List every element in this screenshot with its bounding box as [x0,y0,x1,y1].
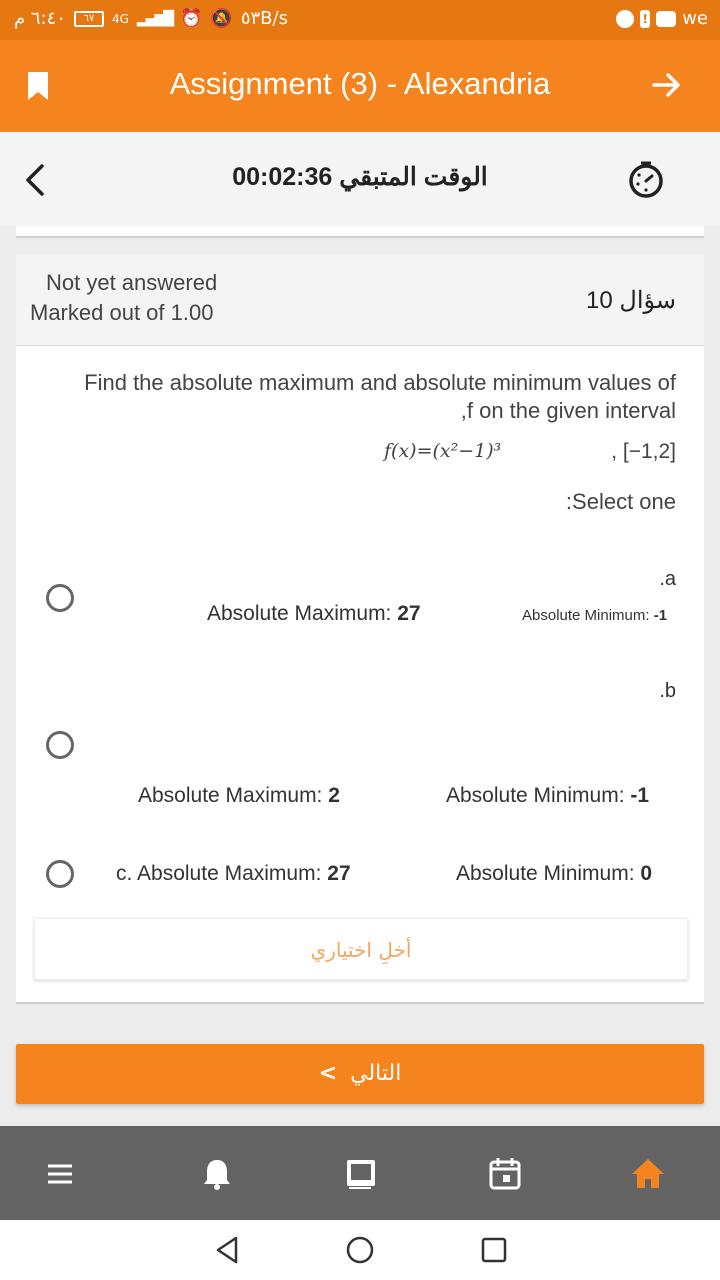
option-b-max[interactable]: Absolute Maximum: 2 [138,784,340,808]
network-speed: ٥٣B/s [240,8,288,29]
option-c-max-value: 27 [327,862,351,885]
nav-recents-icon[interactable] [478,1234,510,1266]
mute-icon: 🔕 [210,8,233,29]
alert-icon: ! [640,9,651,28]
option-c-min-label: Absolute Minimum: [456,862,635,885]
option-a-max-value: 27 [397,602,421,625]
option-a-radio[interactable] [46,584,74,612]
option-a-min-value: -1 [653,607,668,624]
question-text-line1: Find the absolute maximum and absolute m… [84,370,676,395]
question-formula: f(x)=(x²−1)³ [384,440,502,462]
page-title: Assignment (3) - Alexandria [169,66,551,101]
option-a-max[interactable]: Absolute Maximum: 27 [207,602,421,626]
calendar-icon[interactable] [485,1154,525,1194]
chat-icon [616,9,635,28]
clear-choice-button[interactable]: أخلِ اختياري [34,918,688,980]
option-a-min-label: Absolute Minimum: [522,607,650,624]
question-number: سؤال 10 [586,287,676,314]
nav-back-icon[interactable] [212,1234,244,1266]
signal-icon: ▂▄▆█ [136,10,174,27]
option-b-radio[interactable] [46,731,74,759]
carrier-label: we [682,8,708,29]
question-text-line2: ,f on the given interval [460,398,676,423]
question-card: Not yet answered Marked out of 1.00 سؤال… [16,254,704,1004]
menu-icon[interactable] [40,1154,80,1194]
system-nav-bar [0,1220,720,1280]
bell-icon[interactable] [197,1154,237,1194]
next-button-label: التالي [350,1061,402,1086]
option-b-min-value: -1 [630,784,650,807]
battery-icon: ٦٧ [73,10,104,27]
network-type: 4G [111,11,129,26]
previous-card-edge [16,226,704,238]
option-c-min-value: 0 [640,862,653,885]
status-time: ٦:٤٠ م [14,8,66,29]
option-c-max-label: Absolute Maximum: [137,862,322,885]
time-remaining: الوقت المتبقي 00:02:36 [232,163,488,191]
home-icon[interactable] [628,1154,668,1194]
video-icon [656,10,677,27]
app-bar: Assignment (3) - Alexandria [0,40,720,132]
select-prompt: :Select one [565,489,676,514]
nav-home-icon[interactable] [344,1234,376,1266]
assignment-icon[interactable] [341,1154,381,1194]
option-b-max-label: Absolute Maximum: [138,784,323,807]
bottom-tab-bar [0,1126,720,1220]
timer-bar: الوقت المتبقي 00:02:36 [0,132,720,226]
forward-arrow-icon[interactable] [650,68,684,102]
option-c-radio[interactable] [46,860,74,888]
option-b-min-label: Absolute Minimum: [446,784,625,807]
option-a-letter: .a [659,568,676,590]
question-marks: Marked out of 1.00 [30,300,214,325]
option-b-min[interactable]: Absolute Minimum: -1 [446,784,649,808]
option-b-letter: .b [659,680,676,702]
question-interval: , [−1,2] [611,440,676,463]
question-info: Not yet answered Marked out of 1.00 سؤال… [16,254,704,346]
option-b-max-value: 2 [328,784,340,807]
option-c-max[interactable]: c. Absolute Maximum: 27 [116,862,351,886]
status-bar: ٦:٤٠ م ٦٧ 4G ▂▄▆█ ⏰ 🔕 ٥٣B/s ! we [0,0,720,40]
option-a-max-label: Absolute Maximum: [207,602,392,625]
timer-icon [629,161,663,198]
answer-status: Not yet answered [46,270,218,295]
option-c-min[interactable]: Absolute Minimum: 0 [456,862,652,886]
option-a-min[interactable]: Absolute Minimum: -1 [522,607,667,624]
next-button[interactable]: < التالي [16,1044,704,1104]
next-chevron-icon: < [318,1061,338,1086]
option-c-letter: c. [116,862,133,885]
alarm-icon: ⏰ [179,8,203,29]
